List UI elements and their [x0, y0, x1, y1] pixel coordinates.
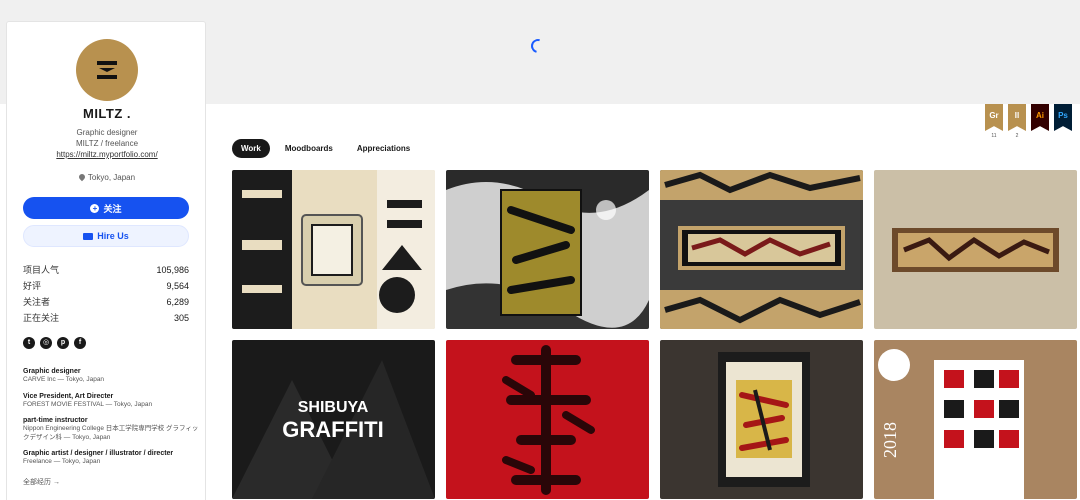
tab-work[interactable]: Work — [232, 139, 270, 158]
see-all-experience-link[interactable]: 全部经历 → — [23, 477, 60, 487]
profile-website-link[interactable]: https://miltz.myportfolio.com/ — [7, 150, 207, 159]
illustrator-icon: Ai — [1031, 104, 1049, 131]
hire-label: Hire Us — [97, 231, 129, 241]
work-experience-item: Vice President, Art Directer FOREST MOVI… — [23, 392, 203, 410]
stat-row-appreciations: 好评 9,564 — [23, 278, 189, 294]
profile-location: Tokyo, Japan — [7, 172, 207, 182]
stat-row-followers[interactable]: 关注者 6,289 — [23, 294, 189, 310]
project-cover-image — [446, 170, 649, 329]
plus-icon: + — [90, 203, 100, 213]
tool-badge-gr[interactable]: Gr 11 — [985, 104, 1003, 139]
profile-company: MILTZ / freelance — [75, 139, 139, 148]
profile-card: MILTZ . Graphic designer MILTZ / freelan… — [6, 21, 206, 500]
stat-label: 正在关注 — [23, 313, 60, 323]
job-title: Graphic designer — [23, 368, 81, 375]
avatar[interactable] — [76, 39, 138, 101]
job-detail: Freelance — Tokyo, Japan — [23, 458, 101, 465]
project-framed-print[interactable] — [660, 340, 863, 499]
tools-used: Gr 11 Il 2 Ai Ps — [985, 104, 1072, 139]
tab-appreciations[interactable]: Appreciations — [348, 139, 419, 158]
graffiti-text: GRAFFITI — [282, 417, 383, 442]
project-grid: SHIBUYA GRAFFITI 2018 — [232, 170, 1077, 499]
work-experience-item: Graphic artist / designer / illustrator … — [23, 449, 203, 467]
follow-button[interactable]: + 关注 — [23, 197, 189, 219]
project-kanji-framed-banner[interactable] — [660, 170, 863, 329]
project-new-year-2018[interactable]: 2018 — [874, 340, 1077, 499]
profile-occupation: Graphic designer — [76, 128, 138, 137]
profile-tabs: Work Moodboards Appreciations — [232, 139, 419, 158]
job-title: Vice President, Art Directer — [23, 392, 114, 400]
loading-spinner-icon — [528, 36, 548, 56]
tool-count: 2 — [1015, 133, 1019, 139]
job-detail: CARVE Inc — Tokyo, Japan — [23, 376, 105, 383]
stat-row-views: 项目人气 105,986 — [23, 262, 189, 278]
project-cover-image — [232, 170, 435, 329]
project-framed-wall-art[interactable] — [874, 170, 1077, 329]
photoshop-icon: Ps — [1054, 104, 1072, 131]
social-links: t ◎ p f — [23, 337, 86, 349]
profile-name[interactable]: MILTZ . — [7, 106, 207, 121]
stat-label: 项目人气 — [23, 265, 60, 275]
instagram-icon[interactable]: ◎ — [40, 337, 52, 349]
profile-stats: 项目人气 105,986 好评 9,564 关注者 6,289 正在关注 305 — [23, 262, 189, 326]
pinterest-icon[interactable]: p — [57, 337, 69, 349]
job-title: part-time instructor — [23, 417, 88, 424]
job-detail: FOREST MOVIE FESTIVAL — Tokyo, Japan — [23, 400, 153, 408]
location-pin-icon — [77, 172, 87, 182]
project-cover-image: SHIBUYA GRAFFITI — [232, 340, 435, 499]
job-detail: Nippon Engineering College 日本工学院専門学校 グラフ… — [23, 425, 199, 441]
tool-badge-ai[interactable]: Ai — [1031, 104, 1049, 139]
mail-icon — [83, 232, 94, 240]
shibuya-text: SHIBUYA — [298, 399, 369, 416]
facebook-icon[interactable]: f — [74, 337, 86, 349]
work-experience-item: Graphic designer CARVE Inc — Tokyo, Japa… — [23, 367, 203, 385]
tool-badge-il[interactable]: Il 2 — [1008, 104, 1026, 139]
gr-ribbon-icon: Gr — [985, 104, 1003, 131]
project-cover-image — [660, 170, 863, 329]
project-graffiti-poster[interactable] — [446, 170, 649, 329]
stat-value: 6,289 — [166, 297, 189, 307]
twitter-icon[interactable]: t — [23, 337, 35, 349]
location-text: Tokyo, Japan — [87, 173, 136, 182]
work-experience: Graphic designer CARVE Inc — Tokyo, Japa… — [23, 367, 203, 474]
work-experience-item: part-time instructor Nippon Engineering … — [23, 416, 203, 442]
tool-badge-ps[interactable]: Ps — [1054, 104, 1072, 139]
project-red-calligraphy[interactable] — [446, 340, 649, 499]
project-tofu-packaging[interactable] — [232, 170, 435, 329]
project-cover-image — [660, 340, 863, 499]
follow-label: 关注 — [103, 203, 122, 214]
hire-us-button[interactable]: Hire Us — [23, 225, 189, 247]
il-ribbon-icon: Il — [1008, 104, 1026, 131]
project-cover-image — [874, 170, 1077, 329]
year-text: 2018 — [880, 422, 900, 458]
stat-value: 105,986 — [156, 265, 189, 275]
project-cover-image — [446, 340, 649, 499]
stat-row-following[interactable]: 正在关注 305 — [23, 310, 189, 326]
job-title: Graphic artist / designer / illustrator … — [23, 450, 174, 457]
miltz-logo-icon — [97, 61, 117, 79]
project-shibuya-graffiti[interactable]: SHIBUYA GRAFFITI — [232, 340, 435, 499]
stat-label: 好评 — [23, 281, 42, 291]
stat-label: 关注者 — [23, 297, 51, 307]
stat-value: 9,564 — [166, 281, 189, 291]
stat-value: 305 — [173, 313, 189, 323]
tab-moodboards[interactable]: Moodboards — [276, 139, 342, 158]
tool-count: 11 — [991, 133, 997, 139]
project-cover-image: 2018 — [874, 340, 1077, 499]
